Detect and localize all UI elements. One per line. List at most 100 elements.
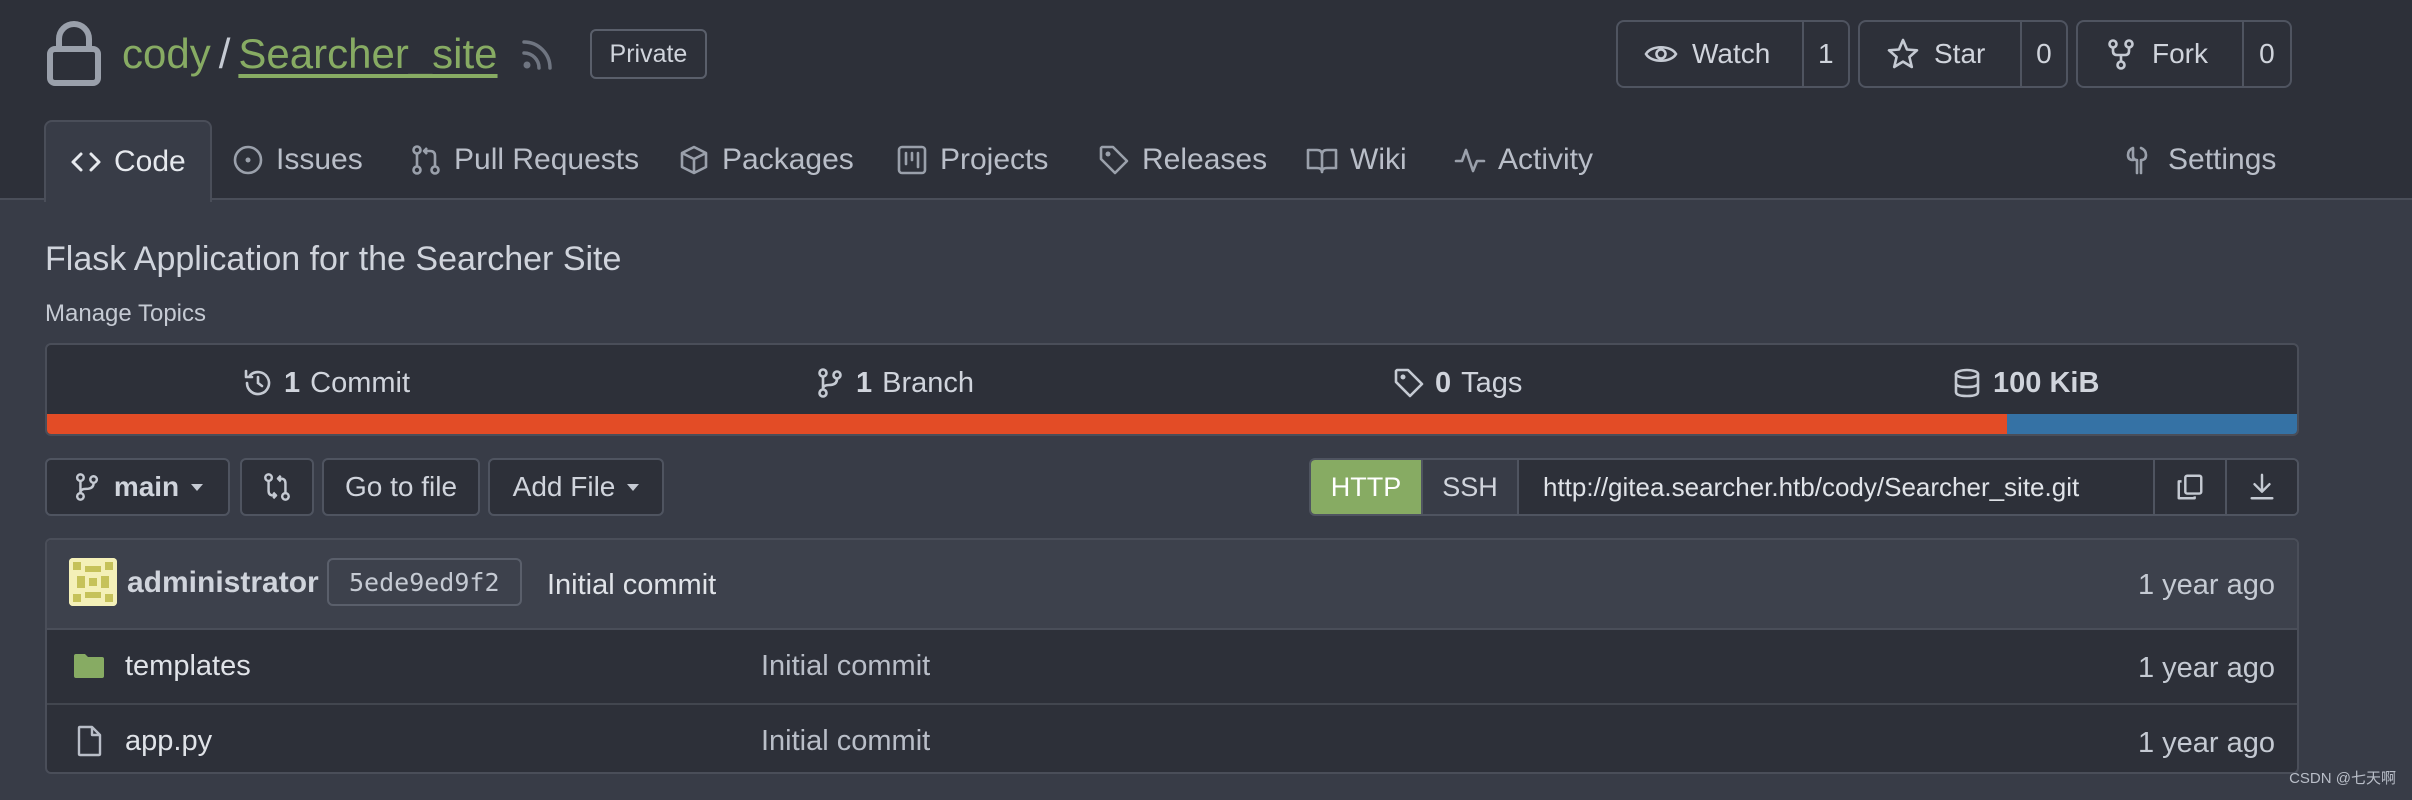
file-commit-link[interactable]: Initial commit — [761, 725, 930, 758]
tab-releases-label: Releases — [1142, 143, 1268, 176]
tab-settings-label: Settings — [2168, 143, 2277, 176]
file-name-link[interactable]: app.py — [125, 725, 212, 758]
tab-issues[interactable]: Issues — [232, 120, 363, 200]
download-button[interactable] — [2225, 460, 2297, 514]
tab-releases[interactable]: Releases — [1098, 120, 1267, 200]
branch-name: main — [113, 471, 180, 502]
path-separator: / — [218, 30, 231, 77]
watch-group: Watch 1 — [1616, 20, 1850, 88]
tag-icon — [1394, 368, 1424, 398]
language-bar[interactable] — [47, 414, 2297, 434]
repo-header: cody / Searcher_site Private Watch 1 Sta… — [0, 0, 2412, 202]
copy-url-button[interactable] — [2153, 460, 2225, 514]
add-file-button[interactable]: Add File — [488, 458, 664, 516]
tag-icon — [1099, 145, 1129, 175]
pull-request-icon — [412, 145, 440, 175]
identicon — [69, 558, 117, 606]
branch-count: 1 — [856, 366, 873, 399]
repo-owner-link[interactable]: cody — [122, 30, 211, 78]
go-to-file-button[interactable]: Go to file — [322, 458, 480, 516]
repo-name-link[interactable]: Searcher_site — [238, 30, 497, 78]
star-icon — [1887, 38, 1919, 69]
fork-group: Fork 0 — [2076, 20, 2292, 88]
project-icon — [897, 145, 927, 175]
tab-issues-label: Issues — [276, 143, 363, 176]
language-segment[interactable] — [47, 414, 2007, 434]
tab-wiki-label: Wiki — [1350, 143, 1407, 176]
tab-activity[interactable]: Activity — [1454, 120, 1593, 200]
eye-icon — [1644, 45, 1678, 63]
tab-settings[interactable]: Settings — [2124, 120, 2276, 200]
commit-author-link[interactable]: administrator — [127, 566, 319, 600]
download-icon — [2250, 473, 2274, 500]
star-label: Star — [1934, 38, 1986, 69]
issue-icon — [233, 145, 263, 175]
file-age: 1 year ago — [2137, 727, 2275, 759]
fork-icon — [2108, 39, 2134, 70]
file-age: 1 year ago — [2137, 652, 2275, 684]
commit-age: 1 year ago — [2137, 569, 2275, 601]
repo-size-value: 100 KiB — [1993, 366, 2100, 399]
file-commit-link[interactable]: Initial commit — [761, 650, 930, 683]
branch-selector[interactable]: main — [45, 458, 230, 516]
code-icon — [71, 152, 101, 172]
rss-icon[interactable] — [520, 36, 556, 72]
table-row[interactable]: templates Initial commit 1 year ago — [47, 630, 2297, 705]
tab-code-label: Code — [114, 145, 186, 178]
chevron-down-icon — [627, 483, 640, 491]
repo-tabs: Code Issues Pull Requests Packages Proje… — [44, 120, 2412, 202]
clone-url-input[interactable]: http://gitea.searcher.htb/cody/Searcher_… — [1519, 460, 2153, 514]
compare-button[interactable] — [240, 458, 314, 516]
fork-button[interactable]: Fork — [2078, 22, 2242, 86]
star-group: Star 0 — [1858, 20, 2068, 88]
tab-packages-label: Packages — [722, 143, 854, 176]
file-name-link[interactable]: templates — [125, 650, 251, 683]
commit-label: Commit — [310, 366, 411, 399]
book-icon — [1306, 148, 1338, 174]
history-icon — [244, 369, 271, 396]
branches-link[interactable]: 1 Branch — [814, 363, 974, 403]
branch-icon — [818, 368, 842, 398]
tools-icon — [2126, 146, 2148, 175]
ssh-clone-button[interactable]: SSH — [1421, 460, 1519, 514]
branch-icon — [75, 473, 98, 501]
tab-wiki[interactable]: Wiki — [1306, 120, 1407, 200]
chevron-down-icon — [191, 483, 204, 491]
repo-size: 100 KiB — [1951, 363, 2099, 403]
tab-pull-requests-label: Pull Requests — [454, 143, 640, 176]
tab-pull-requests[interactable]: Pull Requests — [410, 120, 639, 200]
avatar[interactable] — [69, 558, 117, 606]
fork-count[interactable]: 0 — [2241, 22, 2290, 86]
star-button[interactable]: Star — [1860, 22, 2020, 86]
visibility-badge: Private — [589, 29, 708, 79]
commits-link[interactable]: 1 Commit — [242, 363, 410, 403]
watch-count[interactable]: 1 — [1801, 22, 1848, 86]
language-segment[interactable] — [2006, 414, 2297, 434]
table-row[interactable]: app.py Initial commit 1 year ago — [47, 705, 2297, 772]
commit-message-link[interactable]: Initial commit — [547, 569, 716, 602]
compare-icon — [264, 473, 290, 501]
commit-sha-link[interactable]: 5ede9ed9f2 — [327, 558, 522, 606]
watch-button[interactable]: Watch — [1618, 22, 1802, 86]
repo-stats: 1 Commit 1 Branch 0 Tags 100 KiB — [45, 343, 2299, 436]
tab-projects[interactable]: Projects — [896, 120, 1048, 200]
file-table: administrator 5ede9ed9f2 Initial commit … — [45, 538, 2299, 774]
tab-packages[interactable]: Packages — [678, 120, 854, 200]
repo-title: cody / Searcher_site Private — [46, 18, 708, 90]
tab-activity-label: Activity — [1498, 143, 1594, 176]
lock-icon — [47, 21, 101, 86]
tag-count: 0 — [1435, 366, 1452, 399]
tag-label: Tags — [1461, 366, 1523, 399]
star-count[interactable]: 0 — [2019, 22, 2066, 86]
add-file-label: Add File — [512, 471, 616, 502]
commit-count: 1 — [284, 366, 301, 399]
tags-link[interactable]: 0 Tags — [1393, 363, 1522, 403]
watermark: CSDN @七天啊 — [2289, 770, 2396, 787]
branch-label: Branch — [882, 366, 975, 399]
database-icon — [1954, 368, 1980, 398]
tab-code[interactable]: Code — [44, 120, 212, 202]
manage-topics-link[interactable]: Manage Topics — [45, 300, 206, 328]
latest-commit-row: administrator 5ede9ed9f2 Initial commit … — [47, 540, 2297, 630]
repo-description: Flask Application for the Searcher Site — [45, 240, 622, 278]
http-clone-button[interactable]: HTTP — [1311, 460, 1421, 514]
